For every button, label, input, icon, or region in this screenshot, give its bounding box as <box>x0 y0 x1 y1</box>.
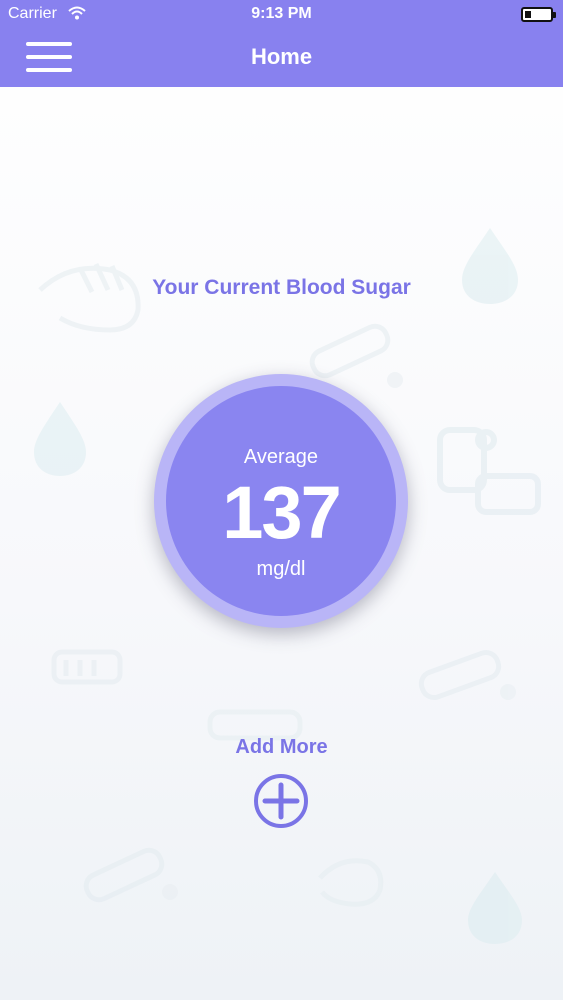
glucose-meter-icon <box>437 427 541 515</box>
pill-bottle-icon <box>207 709 303 741</box>
plus-circle-icon <box>254 774 308 828</box>
drop-icon <box>468 872 522 944</box>
drop-icon <box>34 402 86 476</box>
average-unit: mg/dl <box>256 558 306 580</box>
nav-bar: Home <box>0 30 563 87</box>
add-more-button[interactable] <box>252 772 310 830</box>
hand-icon <box>318 858 384 907</box>
test-tube-icon <box>418 649 502 701</box>
add-more-label[interactable]: Add More <box>0 736 563 759</box>
status-bar: Carrier 9:13 PM <box>0 0 563 30</box>
status-time: 9:13 PM <box>251 5 312 22</box>
average-label: Average <box>243 446 319 468</box>
test-tube-icon <box>83 847 165 903</box>
test-tube-icon <box>309 323 391 379</box>
blood-sugar-heading: Your Current Blood Sugar <box>152 276 411 299</box>
average-reading-inner: Average 137 mg/dl <box>166 386 396 616</box>
header: Carrier 9:13 PM Home <box>0 0 563 87</box>
syringe-icon <box>51 649 123 685</box>
page-title: Home <box>250 44 313 69</box>
average-reading-circle: Average 137 mg/dl <box>154 374 408 628</box>
average-value: 137 <box>222 471 341 554</box>
battery-icon <box>521 7 556 22</box>
